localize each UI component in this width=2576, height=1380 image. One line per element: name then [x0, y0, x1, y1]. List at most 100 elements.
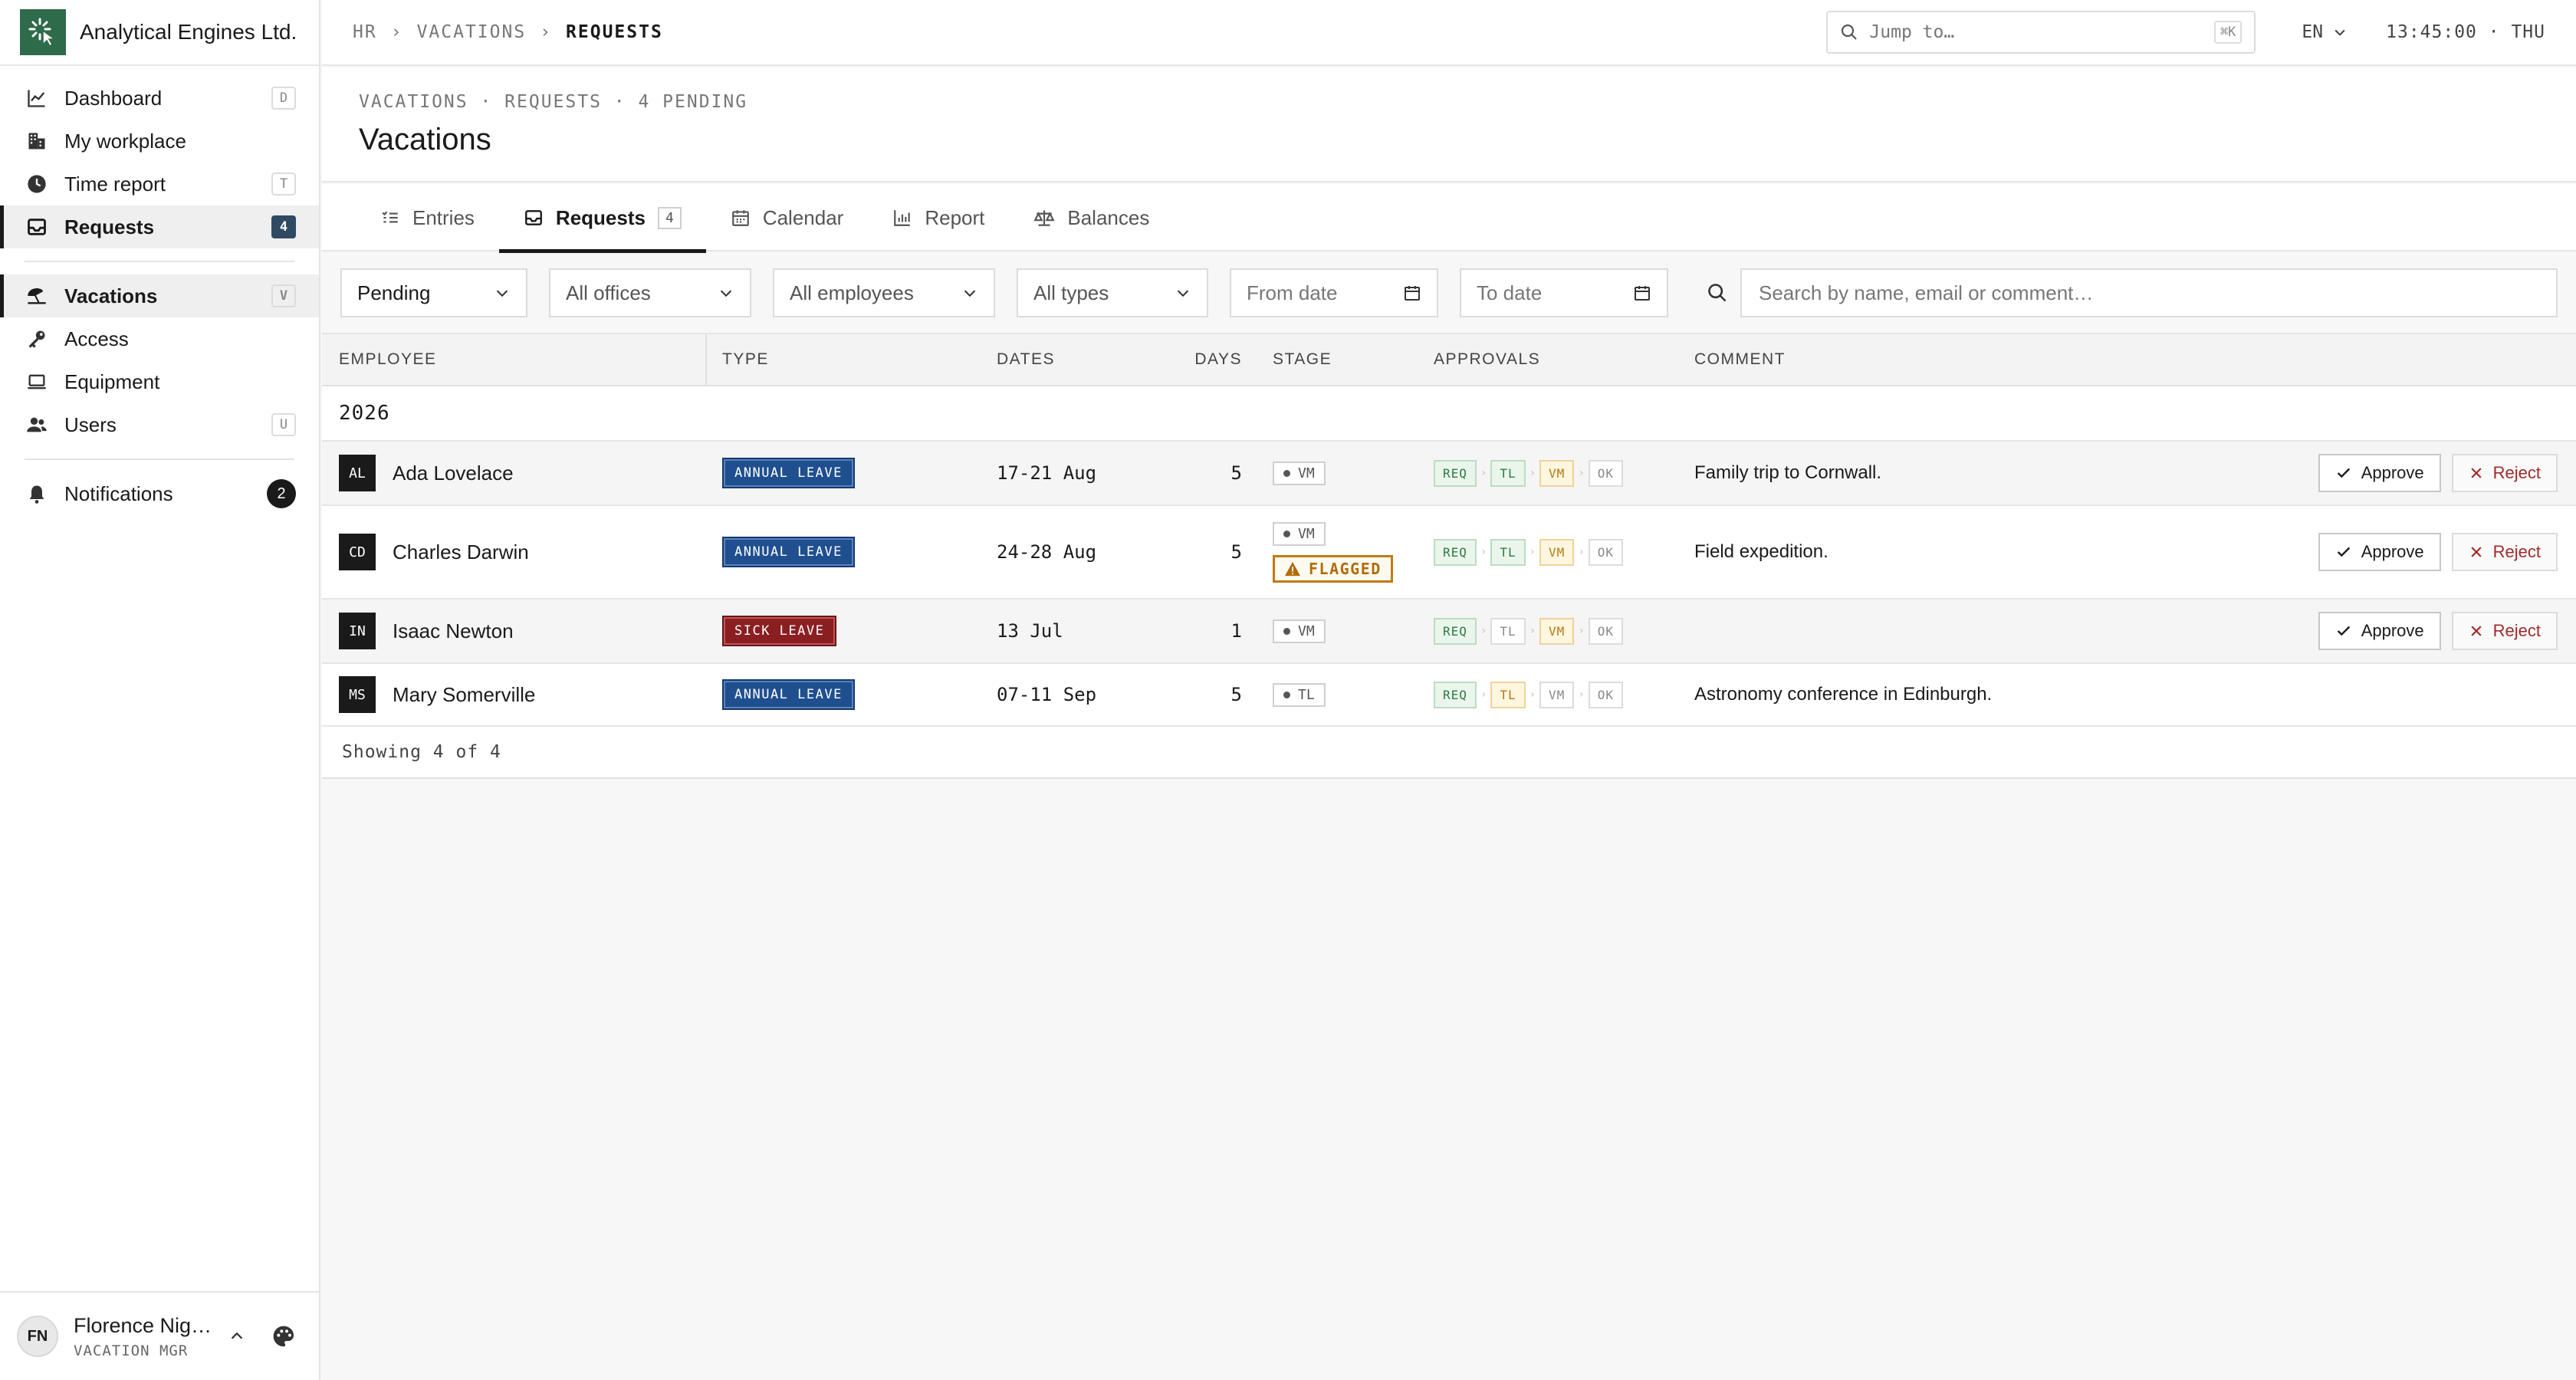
sidebar-item-access[interactable]: Access: [0, 317, 319, 360]
search-icon: [1707, 282, 1728, 304]
column-header-stage[interactable]: STAGE: [1242, 350, 1418, 369]
from-date-input[interactable]: From date: [1230, 268, 1438, 317]
table-row[interactable]: MS Mary Somerville ANNUAL LEAVE 07-11 Se…: [322, 664, 2576, 727]
tab-calendar[interactable]: Calendar: [706, 184, 869, 251]
table-row[interactable]: AL Ada Lovelace ANNUAL LEAVE 17-21 Aug 5…: [322, 442, 2576, 506]
sidebar-item-equipment[interactable]: Equipment: [0, 360, 319, 403]
brand[interactable]: Analytical Engines Ltd.: [0, 0, 319, 66]
status-filter-select[interactable]: Pending: [340, 268, 527, 317]
clock: 13:45:00 · THU: [2386, 22, 2545, 42]
user-menu[interactable]: FN Florence Nig… VACATION MGR: [0, 1291, 319, 1380]
days-cell: 1: [1230, 620, 1242, 642]
table-row[interactable]: IN Isaac Newton SICK LEAVE 13 Jul 1 VM R…: [322, 600, 2576, 664]
filter-bar: Pending All offices All employees All ty…: [322, 253, 2576, 333]
chevron-right-icon: ›: [1578, 546, 1585, 558]
approve-button[interactable]: Approve: [2318, 533, 2441, 571]
chevron-down-icon: [1175, 284, 1191, 301]
page-header: VACATIONS · REQUESTS · 4 PENDING Vacatio…: [322, 67, 2576, 182]
stage-label: VM: [1298, 623, 1315, 639]
key-icon: [25, 327, 49, 351]
to-date-input[interactable]: To date: [1460, 268, 1668, 317]
breadcrumb-hr[interactable]: HR: [353, 22, 377, 42]
column-header-days[interactable]: DAYS: [1188, 350, 1242, 369]
column-header-dates[interactable]: DATES: [981, 350, 1188, 369]
tab-requests[interactable]: Requests 4: [498, 184, 706, 253]
sidebar-item-users[interactable]: Users U: [0, 403, 319, 446]
chevron-up-icon[interactable]: [228, 1328, 245, 1345]
approvals-cell: REQ › TL › VM › OK: [1418, 459, 1679, 487]
actions-cell: Approve Reject: [2300, 612, 2576, 650]
column-header-type[interactable]: TYPE: [707, 350, 981, 369]
employee-name[interactable]: Isaac Newton: [393, 619, 514, 643]
employee-name[interactable]: Ada Lovelace: [393, 462, 514, 485]
approve-label: Approve: [2361, 621, 2424, 640]
days-cell: 5: [1230, 684, 1242, 705]
approve-label: Approve: [2361, 542, 2424, 561]
chevron-down-icon: [2332, 25, 2348, 40]
employee-name[interactable]: Mary Somerville: [393, 683, 535, 707]
approve-button[interactable]: Approve: [2318, 454, 2441, 492]
chevron-down-icon: [718, 284, 734, 301]
language-value: EN: [2302, 22, 2324, 42]
tab-report[interactable]: Report: [868, 184, 1009, 251]
reject-button[interactable]: Reject: [2451, 533, 2558, 571]
office-filter-value: All offices: [566, 281, 651, 304]
sidebar-item-vacations[interactable]: Vacations V: [0, 274, 319, 317]
approval-step-vm: VM: [1539, 681, 1575, 708]
table-footer-count: Showing 4 of 4: [322, 727, 2576, 779]
column-header-comment[interactable]: COMMENT: [1679, 350, 2576, 369]
employee-name[interactable]: Charles Darwin: [393, 540, 529, 564]
office-filter-select[interactable]: All offices: [549, 268, 751, 317]
tab-label: Report: [925, 205, 985, 229]
avatar: MS: [339, 676, 376, 713]
approval-step-tl: TL: [1490, 538, 1526, 566]
shortcut-hint: T: [271, 172, 296, 196]
approvals-cell: REQ › TL › VM › OK: [1418, 681, 1679, 708]
sidebar-item-time-report[interactable]: Time report T: [0, 163, 319, 205]
sidebar-item-requests[interactable]: Requests 4: [0, 205, 319, 248]
breadcrumb-vacations[interactable]: VACATIONS: [417, 22, 527, 42]
divider: [25, 458, 294, 460]
reject-label: Reject: [2492, 621, 2541, 640]
table-row[interactable]: CD Charles Darwin ANNUAL LEAVE 24-28 Aug…: [322, 506, 2576, 600]
clock-icon: [25, 172, 49, 196]
reject-button[interactable]: Reject: [2451, 454, 2558, 492]
stage-cell: VM: [1242, 619, 1418, 643]
approve-button[interactable]: Approve: [2318, 612, 2441, 650]
tab-entries[interactable]: Entries: [356, 184, 499, 251]
approval-step-vm: VM: [1539, 617, 1575, 645]
palette-icon[interactable]: [271, 1324, 296, 1349]
sidebar-item-dashboard[interactable]: Dashboard D: [0, 77, 319, 120]
sidebar-item-my-workplace[interactable]: My workplace: [0, 120, 319, 163]
jump-to-input[interactable]: Jump to… ⌘K: [1826, 11, 2256, 54]
sidebar-item-label: Requests: [64, 215, 155, 238]
approval-step-ok: OK: [1588, 538, 1624, 566]
language-select[interactable]: EN: [2302, 22, 2348, 42]
jump-placeholder: Jump to…: [1869, 22, 1955, 42]
from-date-placeholder: From date: [1247, 281, 1338, 304]
stage-chip: VM: [1273, 522, 1326, 546]
approval-step-ok: OK: [1588, 459, 1624, 487]
column-header-employee[interactable]: EMPLOYEE: [322, 334, 707, 386]
leave-type-badge: SICK LEAVE: [722, 616, 837, 646]
list-icon: [380, 208, 400, 228]
avatar: AL: [339, 455, 376, 491]
breadcrumb-separator: ›: [390, 22, 403, 42]
type-filter-select[interactable]: All types: [1017, 268, 1208, 317]
chevron-right-icon: ›: [1480, 467, 1487, 479]
leave-type-badge: ANNUAL LEAVE: [722, 679, 855, 710]
type-cell: ANNUAL LEAVE: [707, 458, 981, 488]
check-icon: [2335, 544, 2352, 560]
bar-chart-icon: [892, 208, 912, 228]
reject-button[interactable]: Reject: [2451, 612, 2558, 650]
close-icon: [2469, 465, 2484, 481]
inbox-icon: [524, 208, 544, 228]
search-input[interactable]: Search by name, email or comment…: [1740, 268, 2558, 317]
sidebar-item-notifications[interactable]: Notifications 2: [0, 472, 319, 515]
to-date-placeholder: To date: [1477, 281, 1543, 304]
notification-count-badge: 2: [267, 479, 296, 508]
employee-filter-select[interactable]: All employees: [773, 268, 995, 317]
approval-step-ok: OK: [1588, 617, 1624, 645]
tab-balances[interactable]: Balances: [1009, 184, 1174, 251]
column-header-approvals[interactable]: APPROVALS: [1418, 350, 1679, 369]
